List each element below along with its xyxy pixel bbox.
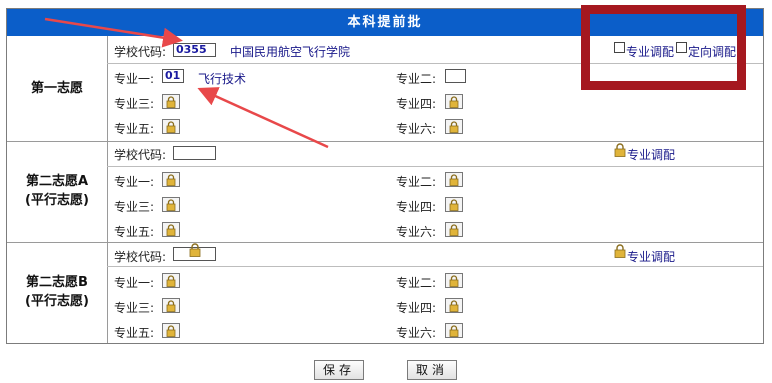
annotation-arrows	[44, 17, 329, 149]
arrow-to-school-code	[44, 17, 183, 48]
arrow-to-major-code	[197, 87, 329, 149]
